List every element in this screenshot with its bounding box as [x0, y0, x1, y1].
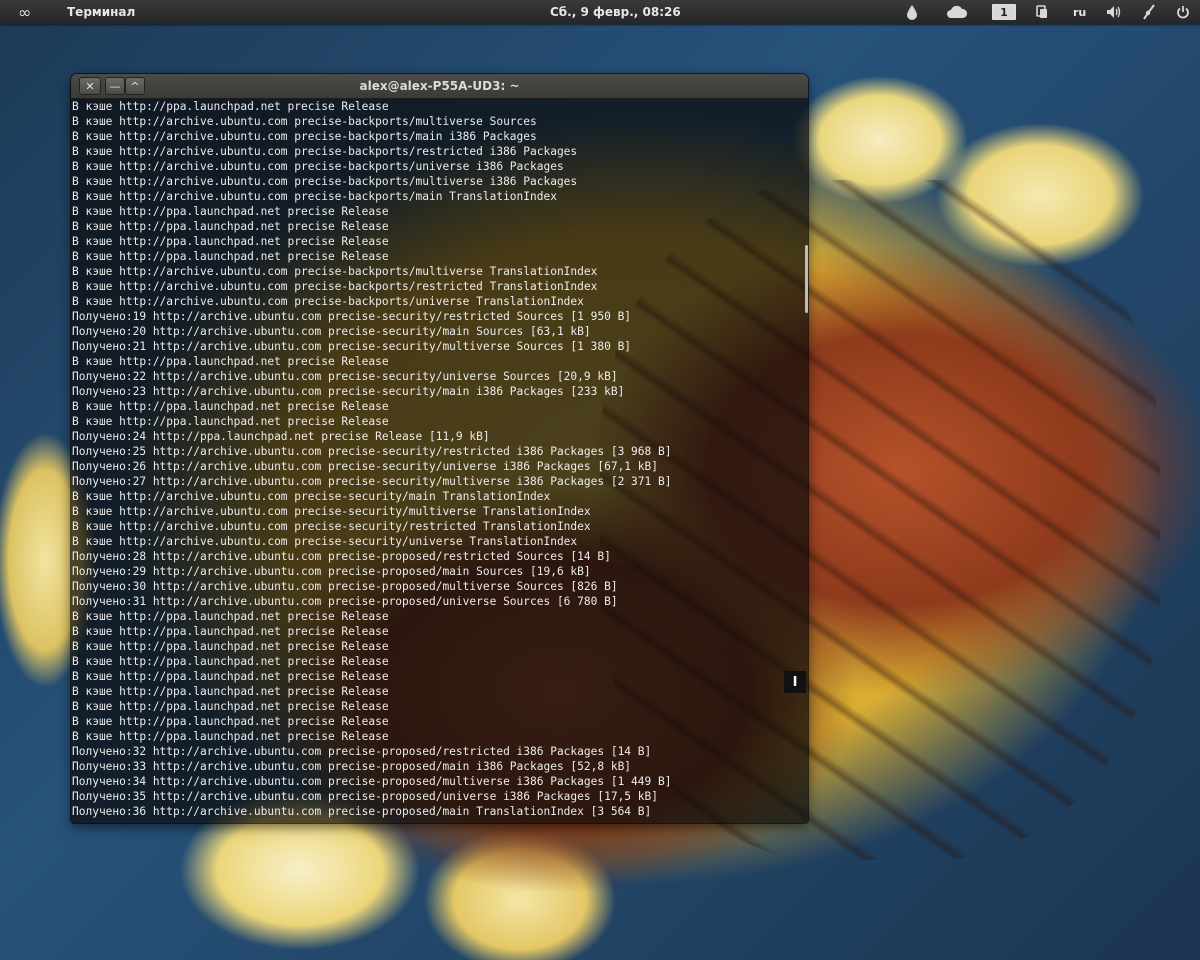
terminal-line: В кэше http://archive.ubuntu.com precise…	[72, 190, 557, 203]
terminal-line: В кэше http://archive.ubuntu.com precise…	[72, 280, 598, 293]
terminal-line: Получено:31 http://archive.ubuntu.com pr…	[72, 595, 618, 608]
terminal-line: Получено:29 http://archive.ubuntu.com pr…	[72, 565, 591, 578]
keyboard-layout-indicator[interactable]: ru	[1073, 0, 1086, 24]
terminal-line: В кэше http://ppa.launchpad.net precise …	[72, 715, 389, 728]
clock[interactable]: Сб., 9 февр., 08:26	[550, 0, 681, 24]
terminal-line: В кэше http://ppa.launchpad.net precise …	[72, 610, 389, 623]
terminal-line: В кэше http://ppa.launchpad.net precise …	[72, 205, 389, 218]
terminal-line: Получено:34 http://archive.ubuntu.com pr…	[72, 775, 672, 788]
maximize-button[interactable]: ^	[125, 77, 145, 95]
text-cursor-icon: I	[784, 671, 806, 693]
cloud-icon[interactable]	[946, 0, 968, 24]
terminal-line: В кэше http://ppa.launchpad.net precise …	[72, 625, 389, 638]
terminal-line: Получено:32 http://archive.ubuntu.com pr…	[72, 745, 652, 758]
power-icon[interactable]	[1176, 0, 1190, 24]
terminal-line: Получено:24 http://ppa.launchpad.net pre…	[72, 430, 490, 443]
terminal-line: Получено:36 http://archive.ubuntu.com pr…	[72, 805, 652, 818]
terminal-line: Получено:20 http://archive.ubuntu.com pr…	[72, 325, 591, 338]
minimize-button[interactable]: —	[105, 77, 125, 95]
terminal-line: Получено:35 http://archive.ubuntu.com pr…	[72, 790, 658, 803]
scrollbar-thumb[interactable]	[805, 245, 808, 313]
terminal-line: В кэше http://ppa.launchpad.net precise …	[72, 235, 389, 248]
network-icon[interactable]	[1142, 0, 1156, 24]
terminal-output-area[interactable]: В кэше http://ppa.launchpad.net precise …	[71, 99, 808, 823]
terminal-line: В кэше http://archive.ubuntu.com precise…	[72, 535, 578, 548]
copy-icon[interactable]	[1036, 0, 1048, 24]
terminal-line: В кэше http://ppa.launchpad.net precise …	[72, 250, 389, 263]
app-menu-title[interactable]: Терминал	[67, 0, 135, 24]
terminal-line: В кэше http://ppa.launchpad.net precise …	[72, 670, 389, 683]
terminal-line: Получено:21 http://archive.ubuntu.com pr…	[72, 340, 632, 353]
terminal-line: В кэше http://archive.ubuntu.com precise…	[72, 160, 564, 173]
window-title: alex@alex-P55A-UD3: ~	[359, 79, 520, 93]
terminal-line: В кэше http://archive.ubuntu.com precise…	[72, 295, 584, 308]
terminal-line: Получено:26 http://archive.ubuntu.com pr…	[72, 460, 658, 473]
terminal-line: Получено:33 http://archive.ubuntu.com pr…	[72, 760, 632, 773]
terminal-line: В кэше http://ppa.launchpad.net precise …	[72, 640, 389, 653]
infinity-icon[interactable]: ∞	[18, 0, 31, 24]
terminal-line: В кэше http://archive.ubuntu.com precise…	[72, 265, 598, 278]
terminal-line: В кэше http://archive.ubuntu.com precise…	[72, 505, 591, 518]
terminal-line: Получено:19 http://archive.ubuntu.com pr…	[72, 310, 632, 323]
terminal-line: Получено:28 http://archive.ubuntu.com pr…	[72, 550, 611, 563]
volume-icon[interactable]	[1106, 0, 1122, 24]
terminal-line: В кэше http://ppa.launchpad.net precise …	[72, 415, 389, 428]
terminal-line: В кэше http://ppa.launchpad.net precise …	[72, 700, 389, 713]
drop-icon[interactable]	[906, 0, 918, 24]
terminal-line: В кэше http://ppa.launchpad.net precise …	[72, 100, 389, 113]
terminal-line: Получено:27 http://archive.ubuntu.com pr…	[72, 475, 672, 488]
terminal-text[interactable]: В кэше http://ppa.launchpad.net precise …	[72, 99, 802, 823]
terminal-line: В кэше http://ppa.launchpad.net precise …	[72, 355, 389, 368]
workspace-indicator[interactable]: 1	[992, 4, 1016, 20]
terminal-line: Получено:23 http://archive.ubuntu.com pr…	[72, 385, 625, 398]
desktop-wallpaper: ∞ Терминал Сб., 9 февр., 08:26 1 ru alex…	[0, 0, 1200, 960]
terminal-line: В кэше http://archive.ubuntu.com precise…	[72, 115, 537, 128]
terminal-line: В кэше http://archive.ubuntu.com precise…	[72, 490, 551, 503]
top-panel: ∞ Терминал Сб., 9 февр., 08:26 1 ru	[0, 0, 1200, 24]
terminal-line: В кэше http://ppa.launchpad.net precise …	[72, 655, 389, 668]
terminal-line: В кэше http://ppa.launchpad.net precise …	[72, 730, 389, 743]
terminal-line: В кэше http://ppa.launchpad.net precise …	[72, 400, 389, 413]
terminal-line: В кэше http://archive.ubuntu.com precise…	[72, 175, 578, 188]
terminal-line: В кэше http://ppa.launchpad.net precise …	[72, 685, 389, 698]
terminal-line: Получено:25 http://archive.ubuntu.com pr…	[72, 445, 672, 458]
terminal-line: В кэше http://archive.ubuntu.com precise…	[72, 520, 591, 533]
terminal-line: В кэше http://ppa.launchpad.net precise …	[72, 220, 389, 233]
terminal-window[interactable]: alex@alex-P55A-UD3: ~ ✕ — ^ В кэше http:…	[71, 74, 808, 823]
close-button[interactable]: ✕	[79, 77, 101, 95]
window-titlebar[interactable]: alex@alex-P55A-UD3: ~ ✕ — ^	[71, 74, 808, 99]
terminal-line: В кэше http://archive.ubuntu.com precise…	[72, 130, 537, 143]
terminal-line: Получено:22 http://archive.ubuntu.com pr…	[72, 370, 618, 383]
terminal-line: В кэше http://archive.ubuntu.com precise…	[72, 145, 578, 158]
terminal-line: Получено:30 http://archive.ubuntu.com pr…	[72, 580, 618, 593]
